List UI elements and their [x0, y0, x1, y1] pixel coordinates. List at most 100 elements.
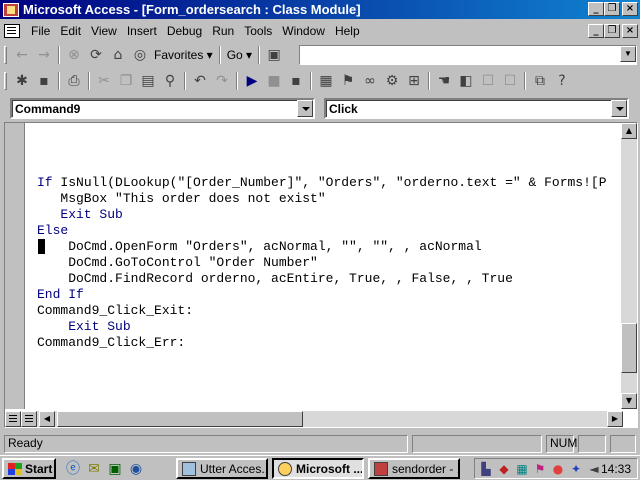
toolbar-separator: [236, 72, 238, 90]
doc-restore-button[interactable]: ❐: [604, 24, 620, 38]
toolbar-separator: [258, 46, 261, 64]
menu-window[interactable]: Window: [277, 24, 330, 38]
procedure-combos: Command9 Click: [0, 95, 640, 121]
menu-help[interactable]: Help: [330, 24, 365, 38]
scroll-left-button[interactable]: ◀: [39, 411, 55, 427]
vertical-scrollbar[interactable]: ▲ ▼: [621, 123, 637, 409]
show-web-toolbar-icon[interactable]: ▣: [263, 45, 285, 65]
toolbar-separator: [310, 72, 312, 90]
tray-app-icon[interactable]: ◆: [496, 461, 512, 477]
menu-run[interactable]: Run: [207, 24, 239, 38]
object-combo[interactable]: Command9: [10, 98, 315, 119]
view-access-icon[interactable]: ✱: [11, 71, 33, 91]
toolbar-separator: [524, 72, 526, 90]
taskbar: Start ⓔ ✉ ▣ ◉ Utter Acces... Microsoft .…: [0, 455, 640, 480]
window-icon[interactable]: ⧉: [529, 71, 551, 91]
network-icon[interactable]: ▙: [478, 461, 494, 477]
margin-indicator-bar[interactable]: [5, 123, 25, 409]
procedure-view-button[interactable]: [5, 411, 21, 427]
tray-color-icon[interactable]: ●: [550, 461, 566, 477]
module-document-icon[interactable]: [4, 24, 20, 38]
browser-window-icon: [182, 461, 196, 476]
print-icon[interactable]: ⎙: [63, 71, 85, 91]
toolbar-grip[interactable]: [4, 72, 7, 90]
scroll-up-button[interactable]: ▲: [621, 123, 637, 139]
break-icon[interactable]: ■: [263, 71, 285, 91]
menu-tools[interactable]: Tools: [239, 24, 277, 38]
cut-icon[interactable]: ✂: [93, 71, 115, 91]
taskbar-item-microsoft-access[interactable]: Microsoft ...: [272, 458, 364, 479]
address-dropdown-button[interactable]: ▼: [620, 46, 636, 62]
minimize-button[interactable]: _: [588, 2, 604, 16]
size-grip[interactable]: [610, 435, 636, 453]
num-lock-indicator: NUM: [546, 435, 577, 453]
vertical-scroll-thumb[interactable]: [621, 323, 637, 373]
menu-edit[interactable]: Edit: [55, 24, 86, 38]
stop-icon[interactable]: ⊗: [63, 45, 85, 65]
horizontal-scroll-thumb[interactable]: [57, 411, 303, 427]
taskbar-item-utter-access[interactable]: Utter Acces...: [176, 458, 268, 479]
comment-icon[interactable]: ☐: [477, 71, 499, 91]
access-app-icon[interactable]: [3, 2, 19, 17]
hand-icon[interactable]: ☚: [433, 71, 455, 91]
doc-close-button[interactable]: ×: [622, 24, 638, 38]
procedure-combo[interactable]: Click: [324, 98, 629, 119]
save-icon[interactable]: ▪: [33, 71, 55, 91]
full-module-view-button[interactable]: [21, 411, 37, 427]
breakpoint-icon[interactable]: ◧: [455, 71, 477, 91]
undo-icon[interactable]: ↶: [189, 71, 211, 91]
copy-icon[interactable]: ❐: [115, 71, 137, 91]
code-window[interactable]: If IsNull(DLookup("[Order_Number]", "Ord…: [4, 122, 638, 428]
uncomment-icon[interactable]: ☐: [499, 71, 521, 91]
watch-icon[interactable]: ∞: [359, 71, 381, 91]
search-web-icon[interactable]: ◎: [129, 45, 151, 65]
display-icon[interactable]: ▦: [514, 461, 530, 477]
run-icon[interactable]: ▶: [241, 71, 263, 91]
favorites-button[interactable]: Favorites ▾: [151, 48, 216, 62]
refresh-icon[interactable]: ⟳: [85, 45, 107, 65]
outlook-icon[interactable]: ✉: [85, 460, 103, 478]
object-browser-icon[interactable]: ⚙: [381, 71, 403, 91]
home-icon[interactable]: ⌂: [107, 45, 129, 65]
doc-minimize-button[interactable]: _: [588, 24, 604, 38]
help-icon[interactable]: ?: [551, 71, 573, 91]
code-line: DoCmd.GoToControl "Order Number": [37, 255, 318, 270]
references-icon[interactable]: ⊞: [403, 71, 425, 91]
redo-icon[interactable]: ↷: [211, 71, 233, 91]
procedure-combo-dropdown-button[interactable]: [611, 100, 627, 117]
back-arrow-icon[interactable]: ←: [11, 45, 33, 65]
horizontal-scrollbar[interactable]: ◀ ▶: [5, 411, 623, 427]
menu-file[interactable]: File: [26, 24, 55, 38]
forward-arrow-icon[interactable]: →: [33, 45, 55, 65]
code-line: Command9_Click_Err:: [37, 335, 186, 350]
paste-icon[interactable]: ▤: [137, 71, 159, 91]
design-mode-icon[interactable]: ▦: [315, 71, 337, 91]
find-icon[interactable]: ⚲: [159, 71, 181, 91]
tray-butterfly-icon[interactable]: ✦: [568, 461, 584, 477]
menu-debug[interactable]: Debug: [162, 24, 207, 38]
scroll-right-button[interactable]: ▶: [607, 411, 623, 427]
restore-button[interactable]: ❐: [604, 2, 620, 16]
taskbar-clock[interactable]: 14:33: [601, 462, 631, 476]
desktop-icon[interactable]: ▣: [106, 460, 124, 478]
taskbar-item-sendorder[interactable]: sendorder - ...: [368, 458, 460, 479]
volume-icon[interactable]: ◄: [586, 461, 602, 477]
address-combo[interactable]: ▼: [299, 45, 637, 65]
menu-insert[interactable]: Insert: [122, 24, 162, 38]
scroll-down-button[interactable]: ▼: [621, 393, 637, 409]
reset-icon[interactable]: ▪: [285, 71, 307, 91]
status-pane-empty: [412, 435, 542, 453]
title-bar[interactable]: Microsoft Access - [Form_ordersearch : C…: [0, 0, 640, 19]
media-player-icon[interactable]: ◉: [127, 460, 145, 478]
menu-view[interactable]: View: [86, 24, 122, 38]
start-button[interactable]: Start: [2, 458, 56, 479]
code-editor[interactable]: If IsNull(DLookup("[Order_Number]", "Ord…: [37, 175, 607, 351]
toolbar-separator: [428, 72, 430, 90]
toolbar-grip[interactable]: [4, 46, 7, 64]
close-button[interactable]: ×: [622, 2, 638, 16]
go-button[interactable]: Go ▾: [224, 48, 255, 62]
object-combo-dropdown-button[interactable]: [297, 100, 313, 117]
tray-flag-icon[interactable]: ⚑: [532, 461, 548, 477]
internet-explorer-icon[interactable]: ⓔ: [64, 460, 82, 478]
project-explorer-icon[interactable]: ⚑: [337, 71, 359, 91]
